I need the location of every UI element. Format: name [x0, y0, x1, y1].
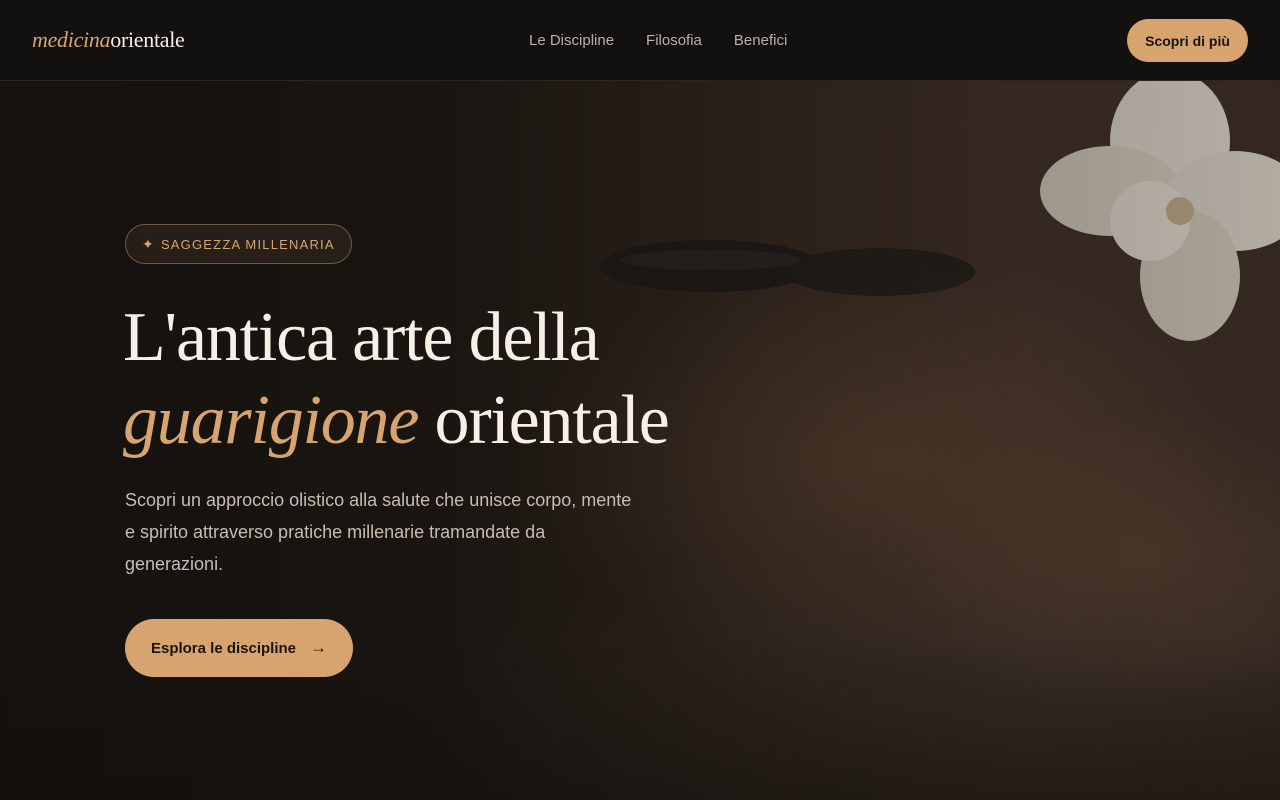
hero-description: Scopri un approccio olistico alla salute…	[125, 490, 632, 574]
sparkle-icon: ✦	[142, 235, 155, 252]
hero-badge-label: SAGGEZZA MILLENARIA	[160, 236, 335, 252]
nav-link-benefici[interactable]: Benefici	[734, 31, 787, 51]
nav-link-filosofia[interactable]: Filosofia	[646, 31, 702, 51]
hero-section: ✦ SAGGEZZA MILLENARIA L'antica arte dell…	[0, 81, 1280, 800]
hero-title-accent: guarigione	[123, 382, 419, 459]
hero-title-line2: guarigione orientale	[123, 379, 823, 462]
nav-link-le-discipline[interactable]: Le Discipline	[529, 31, 614, 51]
logo-plain-part: orientale	[110, 27, 185, 52]
hero-badge: ✦ SAGGEZZA MILLENARIA	[125, 224, 352, 264]
arrow-right-icon: →	[310, 638, 328, 657]
hero-title-line1: L'antica arte della	[123, 299, 600, 376]
explore-disciplines-button[interactable]: Esplora le discipline →	[125, 619, 353, 677]
header-cta-button[interactable]: Scopri di più	[1127, 19, 1248, 62]
explore-disciplines-label: Esplora le discipline	[150, 639, 297, 657]
hero-title: L'antica arte della guarigione orientale	[123, 296, 823, 462]
main-nav: Le Discipline Filosofia Benefici	[529, 31, 787, 51]
site-header: medicinaorientale Le Discipline Filosofi…	[0, 0, 1280, 81]
hero-title-line2-rest: orientale	[418, 382, 670, 459]
logo[interactable]: medicinaorientale	[32, 27, 185, 53]
logo-italic-part: medicina	[32, 27, 111, 52]
